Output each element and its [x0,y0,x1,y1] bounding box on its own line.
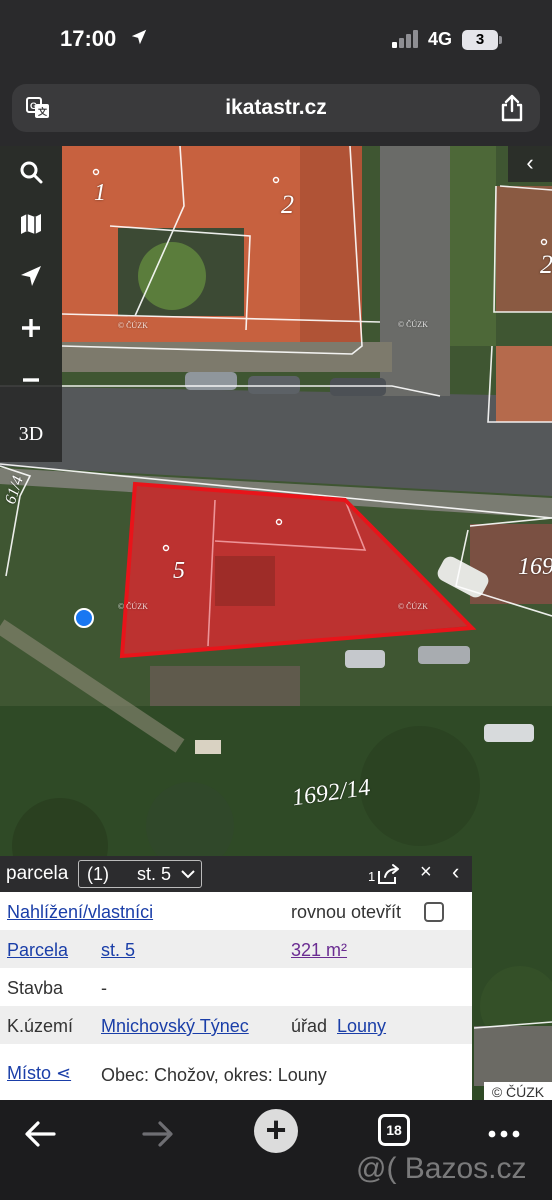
tabs-button[interactable]: 18 [378,1114,410,1146]
parcel-label: 2 [540,250,552,279]
watermark: @( Bazos.cz [356,1152,527,1185]
share-count: 1 [368,869,376,884]
status-bar: 17:00 4G 3 [0,0,552,80]
parcel-link[interactable]: Parcela [7,940,68,961]
forward-arrow-icon [142,1121,173,1147]
back-button[interactable] [16,1114,64,1154]
open-directly-checkbox[interactable] [424,902,444,922]
expand-panel-button[interactable]: ‹ [508,146,552,182]
battery-nub [499,36,502,44]
new-tab-button[interactable]: + [254,1109,298,1153]
place-value: Obec: Chožov, okres: Louny [101,1065,327,1085]
external-link-icon [378,864,399,884]
url-text: ikatastr.cz [225,96,327,119]
share-parcel-button[interactable]: 1 [368,863,402,887]
address-bar[interactable]: G 文 ikatastr.cz [12,84,540,132]
parcel-select-value: st. 5 [137,864,172,884]
parcel-count: (1) [87,864,109,884]
close-panel-button[interactable]: × [420,861,432,884]
back-arrow-icon [25,1121,56,1147]
table-row: Stavba - [0,968,472,1006]
parcel-panel-header: parcela (1) st. 5 1 × ‹ [0,856,472,892]
map-icon [21,214,41,234]
zoom-in-button[interactable] [0,302,62,354]
parcel-area-link[interactable]: 321 m² [291,940,347,961]
table-row: Parcela st. 5 321 m² [0,930,472,968]
cuzk-mark: © ČÚZK [118,602,148,611]
cell-signal-icon [392,30,420,48]
map-copyright: © ČÚZK [484,1082,552,1102]
office-link[interactable]: Louny [337,1016,386,1037]
cadastral-area-link[interactable]: Mnichovský Týnec [101,1016,249,1037]
building-value: - [101,978,107,998]
parcel-label: 5 [173,558,185,584]
network-type: 4G [428,29,453,49]
plus-icon: + [265,1109,287,1150]
table-row: Nahlížení/vlastníci rovnou otevřít [0,892,472,930]
owners-link[interactable]: Nahlížení/vlastníci [7,902,153,923]
minus-icon [23,378,39,382]
more-button[interactable] [480,1114,528,1154]
map-toolbar: 3D [0,146,62,462]
cuzk-mark: © ČÚZK [398,320,428,329]
plus-icon [22,319,40,337]
browser-address-row: G 文 ikatastr.cz [0,80,552,146]
battery-icon: 3 [462,30,498,50]
cadastral-area-label: K.území [7,1016,74,1036]
share-icon[interactable] [500,94,524,122]
parcel-number-link[interactable]: st. 5 [101,940,135,961]
locate-button[interactable] [0,250,62,302]
cuzk-mark: © ČÚZK [398,602,428,611]
open-directly-label: rovnou otevřít [291,902,402,922]
more-dots-icon [488,1130,520,1138]
status-time: 17:00 [60,26,117,51]
place-link[interactable]: Místo ⋖ [7,1063,71,1084]
panel-title: parcela [6,863,69,884]
search-icon [20,161,43,184]
search-button[interactable] [0,146,62,198]
zoom-out-button[interactable] [0,354,62,406]
office-label: úřad [291,1016,328,1036]
building-label: Stavba [7,978,64,998]
parcel-label: 169 [518,554,552,580]
location-arrow-icon [131,29,147,45]
map-layers-button[interactable] [0,198,62,250]
navigation-arrow-icon [21,266,41,286]
cuzk-mark: © ČÚZK [118,321,148,330]
parcel-select[interactable]: (1) st. 5 [78,860,202,888]
parcel-label: 2 [281,190,294,219]
forward-button[interactable] [134,1114,182,1154]
3d-view-button[interactable]: 3D [0,408,62,460]
parcel-info-table: Nahlížení/vlastníci rovnou otevřít Parce… [0,892,472,1102]
collapse-panel-button[interactable]: ‹ [452,859,459,885]
chevron-down-icon [181,870,195,879]
user-location-dot [74,608,94,628]
parcel-label: 1 [94,180,106,206]
table-row: Místo ⋖ Obec: Chožov, okres: Louny [0,1044,472,1102]
table-row: K.území Mnichovský Týnec úřad Louny [0,1006,472,1044]
